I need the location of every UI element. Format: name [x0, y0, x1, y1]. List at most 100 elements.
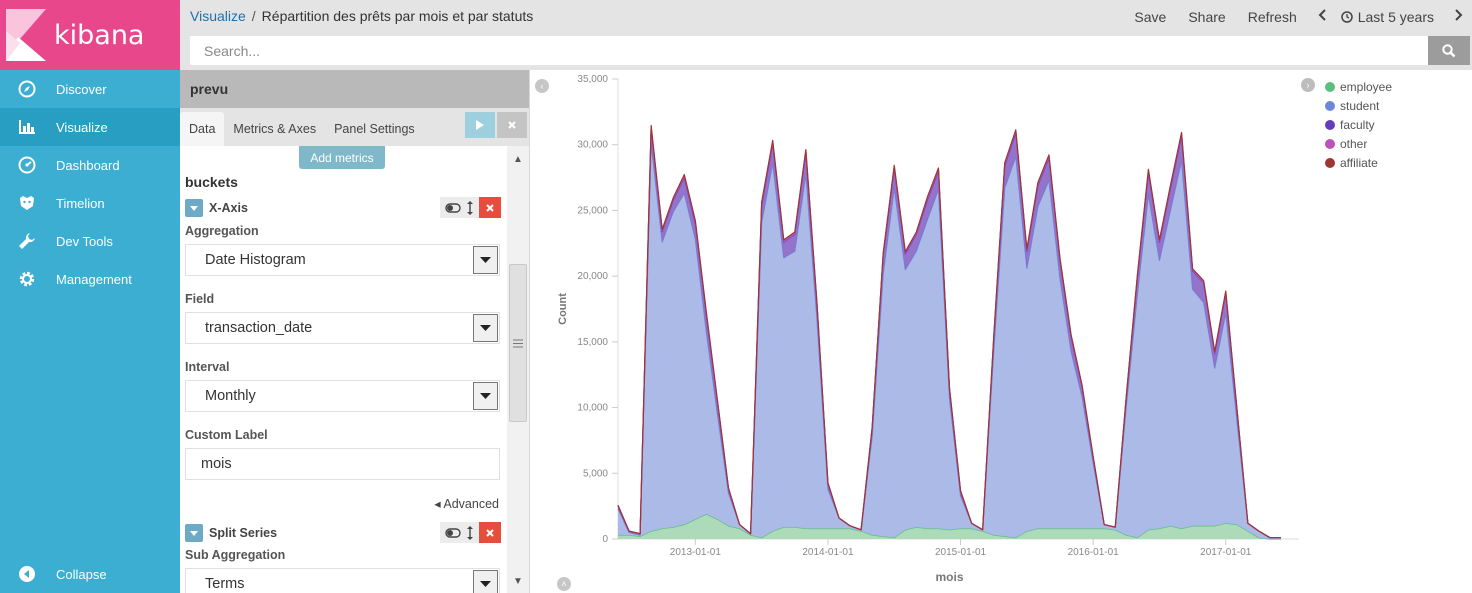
kibana-logo[interactable]: kibana	[0, 0, 180, 70]
top-actions: Save Share Refresh Last 5 years	[1112, 8, 1464, 26]
visualization-area: ‹ ˄ 0 5,000 10,000 15,000 20,000 25,000 30,000…	[529, 70, 1472, 593]
editor-scrollbar[interactable]: ▲ ▼	[507, 146, 529, 593]
xaxis-collapse-toggle[interactable]	[185, 199, 203, 217]
top-bar: Visualize / Répartition des prêts par mois…	[180, 0, 1472, 70]
dashboard-icon	[17, 155, 37, 175]
toggle-enabled-icon[interactable]	[445, 527, 461, 538]
tab-data[interactable]: Data	[180, 112, 225, 146]
tab-panel-settings[interactable]: Panel Settings	[325, 112, 424, 146]
legend-item-student[interactable]: student	[1325, 96, 1392, 115]
editor-sidebar: prevu Data Metrics & Axes Panel Settings…	[180, 70, 529, 593]
editor-body: Add metrics buckets X-Axis Aggregation D…	[180, 146, 507, 593]
legend-item-affiliate[interactable]: affiliate	[1325, 153, 1392, 172]
split-series-collapse-toggle[interactable]	[185, 524, 203, 542]
field-select[interactable]: transaction_date	[185, 312, 500, 344]
buckets-heading: buckets	[185, 174, 238, 190]
x-tick-label: 2017-01-01	[1200, 547, 1252, 558]
legend-item-other[interactable]: other	[1325, 134, 1392, 153]
split-series-tools	[440, 522, 501, 543]
advanced-label: Advanced	[443, 497, 499, 511]
add-metrics-button[interactable]: Add metrics	[299, 146, 385, 169]
interval-label: Interval	[185, 360, 230, 374]
y-tick-label: 35,000	[577, 74, 608, 85]
chart-legend: employee student faculty other affiliate	[1325, 77, 1392, 172]
app-name: kibana	[54, 19, 145, 51]
caret-down-icon	[189, 205, 199, 212]
toggle-enabled-icon[interactable]	[445, 202, 461, 213]
time-back-chevron-icon[interactable]	[1317, 8, 1327, 26]
reorder-icon[interactable]	[466, 200, 474, 215]
split-series-agg-header: Split Series	[185, 522, 501, 543]
select-arrow-icon	[473, 570, 498, 593]
breadcrumb-visualize-link[interactable]: Visualize	[190, 8, 246, 24]
scroll-up-arrow-icon[interactable]: ▲	[507, 151, 529, 167]
legend-item-faculty[interactable]: faculty	[1325, 115, 1392, 134]
nav-item-discover[interactable]: Discover	[0, 70, 180, 108]
nav-item-dev-tools[interactable]: Dev Tools	[0, 222, 180, 260]
time-forward-chevron-icon[interactable]	[1454, 8, 1464, 26]
interval-select[interactable]: Monthly	[185, 380, 500, 412]
wrench-icon	[17, 231, 37, 251]
legend-label: employee	[1340, 79, 1393, 94]
timelion-icon	[17, 193, 37, 213]
scroll-down-arrow-icon[interactable]: ▼	[507, 573, 529, 589]
aggregation-select[interactable]: Date Histogram	[185, 244, 500, 276]
x-axis-title: mois	[935, 570, 963, 584]
legend-label: faculty	[1340, 117, 1375, 132]
legend-dot-icon	[1325, 100, 1335, 111]
series-area-student	[618, 143, 1281, 539]
reorder-icon[interactable]	[466, 525, 474, 540]
nav-collapse-button[interactable]: Collapse	[0, 555, 180, 593]
split-series-remove-button[interactable]	[479, 522, 501, 543]
legend-item-employee[interactable]: employee	[1325, 77, 1392, 96]
custom-label-input[interactable]: mois	[185, 448, 500, 480]
xaxis-tools	[440, 197, 501, 218]
nav-item-dashboard[interactable]: Dashboard	[0, 146, 180, 184]
share-button[interactable]: Share	[1188, 9, 1225, 25]
nav-item-visualize[interactable]: Visualize	[0, 108, 180, 146]
caret-down-icon	[189, 530, 199, 537]
nav-item-timelion[interactable]: Timelion	[0, 184, 180, 222]
nav-item-management[interactable]: Management	[0, 260, 180, 298]
interval-value: Monthly	[205, 388, 256, 404]
select-arrow-icon	[473, 382, 498, 410]
caret-left-icon: ◂	[434, 497, 441, 511]
breadcrumb: Visualize / Répartition des prêts par mois…	[190, 8, 533, 24]
nav-item-label: Discover	[56, 81, 107, 97]
sub-aggregation-select[interactable]: Terms	[185, 568, 500, 593]
y-tick-label: 0	[602, 534, 608, 545]
split-series-tool-group	[440, 522, 479, 543]
scrollbar-thumb[interactable]	[509, 264, 527, 422]
apply-changes-button[interactable]	[465, 112, 495, 138]
x-tick-label: 2015-01-01	[935, 547, 987, 558]
nav-collapse-label: Collapse	[56, 566, 107, 582]
search-input[interactable]	[190, 36, 1428, 65]
field-value: transaction_date	[205, 320, 313, 336]
legend-label: student	[1340, 98, 1380, 113]
legend-dot-icon	[1325, 81, 1335, 92]
refresh-button[interactable]: Refresh	[1248, 9, 1297, 25]
field-label: Field	[185, 292, 215, 306]
xaxis-remove-button[interactable]	[479, 197, 501, 218]
nav-item-label: Dev Tools	[56, 233, 113, 249]
legend-dot-icon	[1325, 157, 1335, 168]
kibana-logo-icon	[6, 9, 46, 61]
search-button[interactable]	[1428, 36, 1470, 65]
legend-dot-icon	[1325, 119, 1335, 130]
select-arrow-icon	[473, 314, 498, 342]
tab-metrics-axes[interactable]: Metrics & Axes	[224, 112, 325, 146]
advanced-toggle[interactable]: ◂ Advanced	[434, 496, 499, 511]
y-tick-label: 10,000	[577, 403, 608, 414]
breadcrumb-separator: /	[251, 8, 256, 24]
aggregation-label: Aggregation	[185, 224, 259, 238]
xaxis-agg-header: X-Axis	[185, 197, 501, 218]
save-button[interactable]: Save	[1134, 9, 1166, 25]
search-icon	[1442, 43, 1456, 58]
time-picker[interactable]: Last 5 years	[1340, 9, 1434, 25]
legend-label: other	[1340, 136, 1368, 151]
clock-icon	[1340, 11, 1353, 23]
y-tick-label: 20,000	[577, 271, 608, 282]
remove-icon	[486, 528, 494, 537]
discard-changes-button[interactable]	[497, 112, 527, 138]
legend-toggle-icon[interactable]: ›	[1301, 78, 1315, 92]
